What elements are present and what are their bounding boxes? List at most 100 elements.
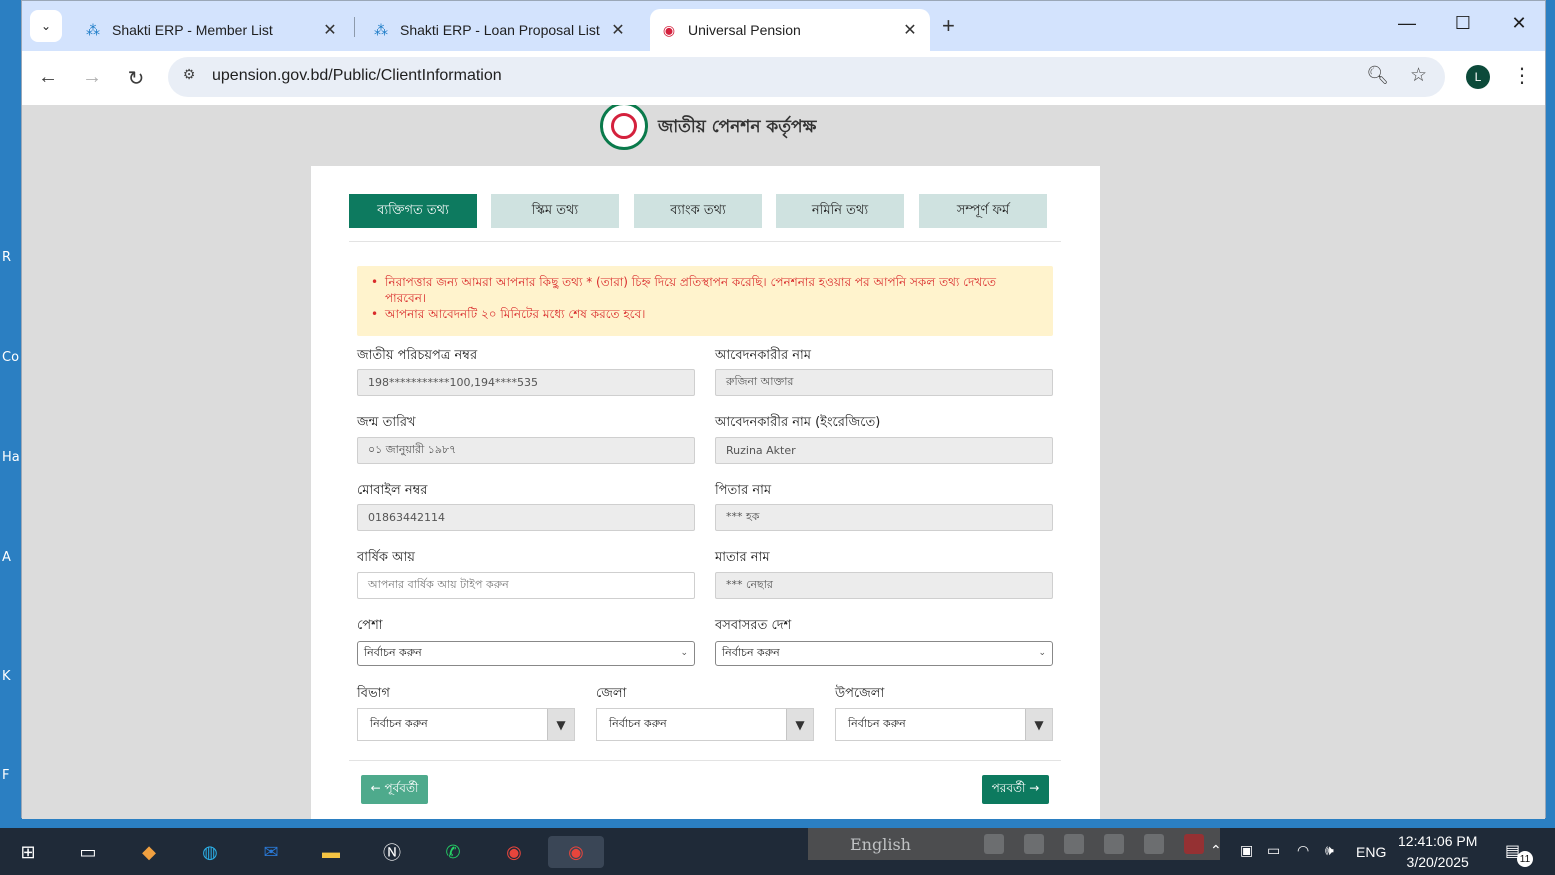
desktop-icon-label: A: [2, 550, 11, 565]
applicant-name-en-field[interactable]: Ruzina Akter: [715, 437, 1053, 464]
mother-name-field[interactable]: *** নেছার: [715, 572, 1053, 599]
mobile-field[interactable]: 01863442114: [357, 504, 695, 531]
clock-time: 12:41:06 PM: [1398, 833, 1478, 849]
reload-icon[interactable]: ↻: [124, 66, 148, 91]
division-label: বিভাগ: [357, 686, 390, 701]
step-complete-form[interactable]: সম্পূর্ণ ফর্ম: [919, 194, 1047, 228]
profession-select[interactable]: নির্বাচন করুন ⌄: [357, 641, 695, 666]
desktop-icon-label: Co: [2, 350, 20, 365]
father-name-field[interactable]: *** হক: [715, 504, 1053, 531]
help-icon[interactable]: [1144, 834, 1164, 854]
bookmark-star-icon[interactable]: ☆: [1410, 64, 1427, 87]
site-settings-icon[interactable]: ⚙: [178, 66, 200, 88]
tab-loan-proposal[interactable]: ⁂ Shakti ERP - Loan Proposal List ✕: [366, 9, 634, 51]
language-tool-icon[interactable]: [984, 834, 1004, 854]
tab-search-button[interactable]: ⌄: [30, 10, 62, 42]
dropdown-arrow-icon[interactable]: ▼: [786, 709, 813, 740]
language-bar-text[interactable]: English: [850, 835, 911, 854]
taskbar: ⊞ ▭ ◆ ◍ ✉ ▬ Ⓝ ✆ ◉ ◉ English ⌃ ▣ ▭ ◠ 🕪︎ E…: [0, 828, 1555, 875]
next-button[interactable]: পরবর্তী →: [982, 775, 1049, 804]
task-view-icon[interactable]: ▭: [72, 836, 104, 868]
close-icon[interactable]: [1184, 834, 1204, 854]
copilot-icon[interactable]: ◆: [133, 836, 165, 868]
mother-name-label: মাতার নাম: [715, 550, 770, 565]
upazila-label: উপজেলা: [835, 686, 885, 701]
profile-avatar[interactable]: L: [1466, 65, 1490, 89]
language-tool-icon[interactable]: [1024, 834, 1044, 854]
tab-title: Universal Pension: [688, 22, 801, 38]
dob-label: জন্ম তারিখ: [357, 415, 416, 430]
edge-icon[interactable]: ◍: [194, 836, 226, 868]
alert-message: নিরাপত্তার জন্য আমরা আপনার কিছু তথ্য * (…: [371, 274, 1039, 306]
applicant-name-field[interactable]: রুজিনা আক্তার: [715, 369, 1053, 396]
profession-selected-value: নির্বাচন করুন: [364, 646, 422, 659]
windows-start-icon[interactable]: ⊞: [12, 836, 44, 868]
chevron-down-icon: ⌄: [40, 19, 52, 33]
menu-kebab-icon[interactable]: ⋮: [1512, 63, 1532, 88]
battery-icon[interactable]: ▭: [1267, 842, 1280, 859]
tab-universal-pension[interactable]: ◉ Universal Pension ✕: [650, 9, 930, 51]
dob-field[interactable]: ০১ জানুয়ারী ১৯৮৭: [357, 437, 695, 464]
alert-message: আপনার আবেদনটি ২০ মিনিটের মধ্যে শেষ করতে …: [371, 306, 1039, 322]
close-icon[interactable]: ✕: [900, 20, 920, 40]
whatsapp-icon[interactable]: ✆: [437, 836, 469, 868]
upazila-selected-value: নির্বাচন করুন: [848, 717, 906, 730]
chrome-active-icon[interactable]: ◉: [548, 836, 604, 868]
division-selected-value: নির্বাচন করুন: [370, 717, 428, 730]
upazila-select[interactable]: নির্বাচন করুন ▼: [835, 708, 1053, 741]
shakti-favicon-icon: ⁂: [86, 21, 100, 38]
notification-icon[interactable]: ▤ 11: [1505, 841, 1533, 867]
meet-now-icon[interactable]: ▣: [1240, 842, 1253, 859]
chrome-icon[interactable]: ◉: [498, 836, 530, 868]
previous-button[interactable]: ← পূর্ববর্তী: [361, 775, 428, 804]
outlook-icon[interactable]: ✉: [255, 836, 287, 868]
tab-member-list[interactable]: ⁂ Shakti ERP - Member List ✕: [78, 9, 346, 51]
profession-label: পেশা: [357, 618, 383, 633]
volume-icon[interactable]: 🕪︎: [1325, 842, 1334, 859]
notion-icon[interactable]: Ⓝ: [376, 836, 408, 868]
applicant-name-en-label: আবেদনকারীর নাম (ইংরেজিতে): [715, 415, 881, 430]
language-tool-icon[interactable]: [1104, 834, 1124, 854]
tab-title: Shakti ERP - Loan Proposal List: [400, 22, 600, 38]
father-name-label: পিতার নাম: [715, 483, 772, 498]
chevron-up-icon[interactable]: ⌃: [1210, 842, 1222, 859]
minimize-icon[interactable]: —: [1397, 13, 1417, 34]
close-icon[interactable]: ✕: [320, 20, 340, 40]
step-personal-info[interactable]: ব্যক্তিগত তথ্য: [349, 194, 477, 228]
step-scheme-info[interactable]: স্কিম তথ্য: [491, 194, 619, 228]
close-window-icon[interactable]: ✕: [1509, 13, 1529, 34]
division-select[interactable]: নির্বাচন করুন ▼: [357, 708, 575, 741]
maximize-icon[interactable]: ☐: [1453, 13, 1473, 34]
step-bank-info[interactable]: ব্যাংক তথ্য: [634, 194, 762, 228]
zoom-icon[interactable]: 🔍︎: [1366, 65, 1389, 86]
address-bar[interactable]: ⚙ upension.gov.bd/Public/ClientInformati…: [168, 57, 1445, 97]
forward-arrow-icon[interactable]: →: [80, 66, 104, 89]
new-tab-button[interactable]: +: [942, 13, 955, 39]
step-nominee-info[interactable]: নমিনি তথ্য: [776, 194, 904, 228]
input-language[interactable]: ENG: [1356, 844, 1386, 860]
wifi-icon[interactable]: ◠: [1297, 842, 1309, 859]
tab-separator: [354, 17, 355, 37]
system-clock[interactable]: 12:41:06 PM 3/20/2025: [1398, 831, 1477, 873]
chevron-down-icon: ⌄: [1038, 648, 1046, 658]
dropdown-arrow-icon[interactable]: ▼: [547, 709, 574, 740]
clock-date: 3/20/2025: [1406, 854, 1469, 870]
district-selected-value: নির্বাচন করুন: [609, 717, 667, 730]
district-select[interactable]: নির্বাচন করুন ▼: [596, 708, 814, 741]
applicant-name-label: আবেদনকারীর নাম: [715, 348, 811, 363]
language-tool-icon[interactable]: [1064, 834, 1084, 854]
dropdown-arrow-icon[interactable]: ▼: [1025, 709, 1052, 740]
annual-income-input[interactable]: আপনার বার্ষিক আয় টাইপ করুন: [357, 572, 695, 599]
pension-favicon-icon: ◉: [662, 21, 676, 38]
desktop-icon-label: K: [2, 669, 11, 684]
nid-field[interactable]: 198***********100,194****535: [357, 369, 695, 396]
language-bar: English: [808, 828, 1220, 860]
file-explorer-icon[interactable]: ▬: [315, 836, 347, 868]
back-arrow-icon[interactable]: ←: [36, 66, 60, 89]
close-icon[interactable]: ✕: [608, 20, 628, 40]
country-select[interactable]: নির্বাচন করুন ⌄: [715, 641, 1053, 666]
brand-title: জাতীয় পেনশন কর্তৃপক্ষ: [658, 117, 817, 137]
url-text[interactable]: upension.gov.bd/Public/ClientInformation: [212, 67, 502, 85]
annual-income-label: বার্ষিক আয়: [357, 550, 415, 565]
country-selected-value: নির্বাচন করুন: [722, 646, 780, 659]
